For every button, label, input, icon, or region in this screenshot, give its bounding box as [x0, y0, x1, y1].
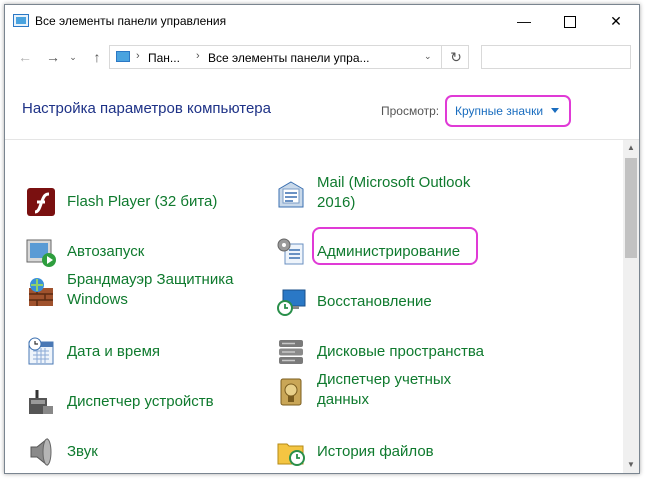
breadcrumb-separator: › — [196, 50, 200, 62]
item-label: Диспетчер учетных данных — [317, 371, 452, 408]
item-label: Звук — [67, 443, 98, 460]
item-label: История файлов — [317, 443, 434, 460]
item-credential-manager[interactable]: Диспетчер учетных данных — [275, 370, 505, 416]
item-label: Дата и время — [67, 343, 161, 360]
close-icon: ✕ — [610, 13, 622, 29]
autoplay-icon — [26, 239, 56, 267]
refresh-button[interactable]: ↻ — [441, 46, 470, 68]
item-sound[interactable]: Звук — [25, 430, 255, 473]
item-label: Mail (Microsoft Outlook 2016) — [317, 174, 471, 211]
forward-button[interactable]: → — [41, 45, 65, 69]
speaker-icon — [30, 437, 52, 467]
minimize-icon: — — [517, 13, 531, 29]
item-date-time[interactable]: Дата и время — [25, 330, 255, 376]
control-panel-icon — [13, 14, 29, 27]
item-device-manager[interactable]: Диспетчер устройств — [25, 380, 255, 426]
page-title: Настройка параметров компьютера — [22, 100, 271, 117]
breadcrumb-separator: › — [136, 50, 140, 62]
search-input[interactable] — [481, 45, 631, 69]
item-label: Flash Player (32 бита) — [67, 193, 218, 210]
scroll-up-icon[interactable]: ▲ — [623, 140, 639, 156]
item-label: Автозапуск — [67, 243, 145, 260]
view-dropdown[interactable]: Крупные значки — [445, 95, 571, 127]
vertical-scrollbar[interactable]: ▲ ▼ — [623, 140, 639, 473]
item-label: Дисковые пространства — [317, 343, 485, 360]
breadcrumb-item[interactable]: Все элементы панели упра... — [208, 51, 370, 65]
window-title: Все элементы панели управления — [35, 14, 227, 28]
item-file-history[interactable]: История файлов — [275, 430, 505, 473]
arrow-left-icon: ← — [18, 49, 32, 65]
file-history-icon — [277, 443, 305, 466]
maximize-button[interactable] — [547, 5, 593, 37]
item-label: Диспетчер устройств — [67, 393, 214, 410]
chevron-down-icon: ⌄ — [69, 52, 77, 62]
view-dropdown-value: Крупные значки — [455, 104, 544, 118]
back-button[interactable]: ← — [13, 45, 37, 69]
navigation-bar: ← → ⌄ ↑ › Пан... › Все элементы панели у… — [5, 37, 639, 77]
item-label: Брандмауэр Защитника Windows — [67, 271, 234, 308]
refresh-icon: ↻ — [450, 49, 462, 65]
address-dropdown-icon[interactable]: ⌄ — [424, 51, 432, 62]
view-label: Просмотр: — [381, 104, 440, 118]
admin-tools-icon — [277, 238, 304, 265]
flash-player-icon — [27, 188, 55, 216]
administration-highlight — [312, 227, 478, 265]
items-grid: Flash Player (32 бита) Автозапуск Брандм… — [5, 140, 623, 473]
maximize-icon — [564, 16, 576, 29]
minimize-button[interactable]: — — [501, 5, 547, 37]
calendar-clock-icon — [28, 337, 54, 365]
dropdown-arrow-icon — [551, 108, 559, 113]
scrollbar-thumb[interactable] — [625, 158, 637, 258]
item-recovery[interactable]: Восстановление — [275, 280, 505, 326]
address-box[interactable]: › Пан... › Все элементы панели упра... ⌄… — [109, 45, 469, 69]
item-label: Восстановление — [317, 293, 432, 310]
item-firewall[interactable]: Брандмауэр Защитника Windows — [25, 270, 255, 316]
up-button[interactable]: ↑ — [85, 45, 109, 69]
storage-spaces-icon — [279, 340, 303, 364]
control-panel-window: Все элементы панели управления — ✕ ← → ⌄… — [4, 4, 640, 474]
control-panel-small-icon — [116, 51, 130, 62]
scroll-down-icon[interactable]: ▼ — [623, 457, 639, 473]
breadcrumb-item[interactable]: Пан... — [148, 51, 180, 65]
device-manager-icon — [29, 390, 53, 414]
credential-manager-icon — [280, 378, 302, 406]
mail-icon — [278, 181, 304, 208]
title-bar: Все элементы панели управления — ✕ — [5, 5, 639, 37]
recovery-icon — [277, 289, 306, 316]
arrow-right-icon: → — [46, 49, 60, 65]
firewall-icon — [29, 278, 53, 306]
arrow-up-icon: ↑ — [93, 49, 101, 65]
recent-locations-button[interactable]: ⌄ — [67, 45, 79, 69]
close-button[interactable]: ✕ — [593, 5, 639, 37]
item-flash-player[interactable]: Flash Player (32 бита) — [25, 180, 255, 226]
content-header: Настройка параметров компьютера Просмотр… — [5, 77, 639, 140]
item-mail[interactable]: Mail (Microsoft Outlook 2016) — [275, 173, 505, 219]
